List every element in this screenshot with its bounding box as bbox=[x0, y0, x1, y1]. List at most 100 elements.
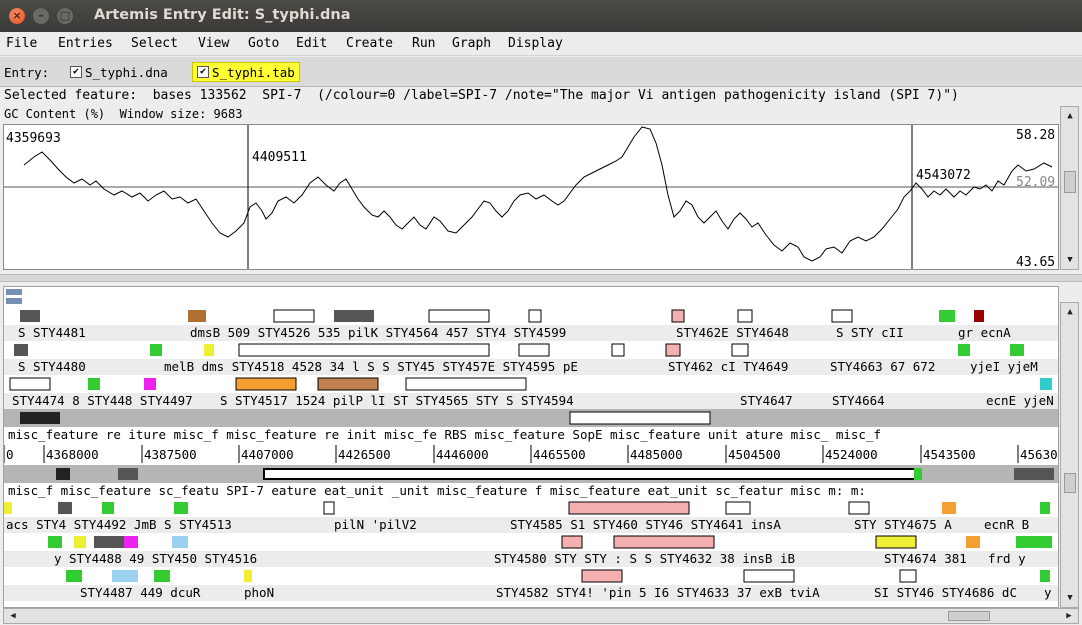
gene-label: STY STY4675 A bbox=[854, 517, 952, 532]
entry-name: S_typhi.tab bbox=[212, 64, 295, 80]
gene-label: S STY4517 1524 pilP lI ST STY4565 STY S … bbox=[220, 393, 574, 408]
gene-label: yjeI yjeM bbox=[970, 359, 1038, 374]
collapse-icon[interactable] bbox=[6, 298, 22, 304]
scroll-down-icon[interactable]: ▼ bbox=[1063, 253, 1077, 267]
menu-display[interactable]: Display bbox=[508, 36, 563, 51]
close-icon[interactable]: × bbox=[9, 8, 25, 24]
graph-min-label: 43.65 bbox=[1016, 255, 1055, 269]
scroll-left-icon[interactable]: ◀ bbox=[6, 609, 20, 623]
scroll-up-icon[interactable]: ▲ bbox=[1063, 305, 1077, 319]
gene-label: pilN 'pilV2 bbox=[334, 517, 417, 532]
scroll-up-icon[interactable]: ▲ bbox=[1063, 109, 1077, 123]
menu-bar: File Entries Select View Goto Edit Creat… bbox=[0, 32, 1082, 56]
split-pane-divider[interactable] bbox=[0, 274, 1082, 282]
gene-label: ecnE yjeN bbox=[986, 393, 1054, 408]
gene-label: gr ecnA bbox=[958, 325, 1011, 340]
graph-title: GC Content (%) Window size: 9683 bbox=[4, 107, 243, 121]
gene-label: S STY4480 bbox=[18, 359, 86, 374]
marker-label: 4409511 bbox=[252, 150, 307, 165]
scroll-thumb[interactable] bbox=[1064, 171, 1076, 193]
gc-content-graph[interactable]: 4359693 4409511 4543072 58.28 52.09 43.6… bbox=[3, 124, 1059, 270]
marker-label: 4543072 bbox=[916, 168, 971, 183]
scroll-down-icon[interactable]: ▼ bbox=[1063, 591, 1077, 605]
entry-checkbox-tab[interactable]: ✔ S_typhi.tab bbox=[192, 62, 300, 82]
gene-label: y STY4488 49 STY450 STY4516 bbox=[54, 551, 257, 566]
gene-label: STY4585 S1 STY460 STY46 STY4641 insA bbox=[510, 517, 781, 532]
gene-label: acs STY4 STY4492 JmB S STY4513 bbox=[6, 517, 232, 532]
gene-label: dmsB 509 STY4526 535 pilK STY4564 457 ST… bbox=[190, 325, 566, 340]
frame-track bbox=[4, 375, 1058, 393]
menu-run[interactable]: Run bbox=[412, 36, 435, 51]
scroll-thumb[interactable] bbox=[948, 611, 990, 621]
gene-label: y bbox=[1044, 585, 1052, 600]
maximize-icon[interactable]: □ bbox=[57, 8, 73, 24]
ruler-tick-label: 0 bbox=[6, 447, 14, 462]
gene-label: STY462E STY4648 bbox=[676, 325, 789, 340]
title-bar: × – □ Artemis Entry Edit: S_typhi.dna bbox=[0, 0, 1082, 32]
checkbox-icon[interactable]: ✔ bbox=[197, 66, 209, 78]
reverse-feature-labels: misc_f misc_feature sc_featu SPI-7 eatur… bbox=[8, 483, 866, 498]
gene-label: S STY cII bbox=[836, 325, 904, 340]
ruler-tick-label: 4407000 bbox=[241, 447, 294, 462]
ruler-tick-label: 4524000 bbox=[825, 447, 878, 462]
graph-vertical-scrollbar[interactable]: ▲ ▼ bbox=[1060, 106, 1079, 270]
gene-label: S STY4481 bbox=[18, 325, 86, 340]
minimize-icon[interactable]: – bbox=[33, 8, 49, 24]
window-title: Artemis Entry Edit: S_typhi.dna bbox=[94, 7, 351, 23]
menu-select[interactable]: Select bbox=[131, 36, 178, 51]
menu-edit[interactable]: Edit bbox=[296, 36, 327, 51]
ruler-tick-label: 4485000 bbox=[630, 447, 683, 462]
gene-label: STY462 cI TY4649 bbox=[668, 359, 788, 374]
feature-vertical-scrollbar[interactable]: ▲ ▼ bbox=[1060, 302, 1079, 608]
feature-display[interactable]: 0 4368000 4387500 4407000 4426500 4446000 4465… bbox=[3, 286, 1059, 608]
checkbox-icon[interactable]: ✔ bbox=[70, 66, 82, 78]
gene-label: STY4474 8 STY448 STY4497 bbox=[12, 393, 193, 408]
forward-strand-track bbox=[4, 409, 1058, 427]
selected-feature-text: Selected feature: bases 133562 SPI-7 (/c… bbox=[4, 88, 959, 103]
graph-avg-label: 52.09 bbox=[1016, 175, 1055, 190]
ruler-tick-label: 4446000 bbox=[436, 447, 489, 462]
ruler-tick-label: 4368000 bbox=[46, 447, 99, 462]
ruler-tick-label: 4543500 bbox=[923, 447, 976, 462]
feature-horizontal-scrollbar[interactable]: ◀ ▶ bbox=[3, 608, 1079, 624]
entry-name: S_typhi.dna bbox=[85, 64, 168, 80]
gene-label: STY4647 bbox=[740, 393, 793, 408]
gene-label: frd y bbox=[988, 551, 1026, 566]
reverse-gene-labels: acs STY4 STY4492 JmB S STY4513 pilN 'pil… bbox=[6, 517, 1052, 600]
entry-bar: Entry: ✔ S_typhi.dna ✔ S_typhi.tab bbox=[0, 57, 1082, 87]
gene-label: ecnR B bbox=[984, 517, 1029, 532]
menu-graph[interactable]: Graph bbox=[452, 36, 491, 51]
gene-label: STY4582 STY4! 'pin 5 I6 STY4633 37 exB t… bbox=[496, 585, 820, 600]
gene-label: STY4663 67 672 bbox=[830, 359, 935, 374]
ruler-tick-label: 4504500 bbox=[728, 447, 781, 462]
scroll-right-icon[interactable]: ▶ bbox=[1062, 609, 1076, 623]
menu-entries[interactable]: Entries bbox=[58, 36, 113, 51]
menu-goto[interactable]: Goto bbox=[248, 36, 279, 51]
gene-label: STY4674 381 bbox=[884, 551, 967, 566]
gc-graph-svg: 4359693 4409511 4543072 58.28 52.09 43.6… bbox=[4, 125, 1058, 270]
entry-checkbox-dna[interactable]: ✔ S_typhi.dna bbox=[66, 62, 172, 82]
ruler-tick-label: 456300 bbox=[1020, 447, 1058, 462]
gene-label: phoN bbox=[244, 585, 274, 600]
forward-feature-labels: misc_feature re iture misc_f misc_featur… bbox=[8, 427, 881, 442]
gene-label: STY4664 bbox=[832, 393, 885, 408]
gene-label: STY4487 449 dcuR bbox=[80, 585, 201, 600]
frame-track bbox=[4, 499, 1058, 517]
entry-label: Entry: bbox=[4, 65, 50, 80]
feature-svg: 0 4368000 4387500 4407000 4426500 4446000 4465… bbox=[4, 289, 1058, 601]
gene-label: melB dms STY4518 4528 34 l S S STY45 STY… bbox=[164, 359, 578, 374]
gene-label: STY4580 STY STY : S S STY4632 38 insB iB bbox=[494, 551, 795, 566]
collapse-icon[interactable] bbox=[6, 289, 22, 295]
ruler-tick-label: 4387500 bbox=[144, 447, 197, 462]
menu-create[interactable]: Create bbox=[346, 36, 393, 51]
menu-view[interactable]: View bbox=[198, 36, 229, 51]
gc-curve bbox=[23, 126, 1053, 262]
menu-file[interactable]: File bbox=[6, 36, 37, 51]
selected-feature-spi7[interactable] bbox=[263, 468, 920, 480]
marker-label: 4359693 bbox=[6, 131, 61, 146]
ruler-tick-label: 4426500 bbox=[338, 447, 391, 462]
graph-max-label: 58.28 bbox=[1016, 128, 1055, 143]
scroll-thumb[interactable] bbox=[1064, 473, 1076, 493]
gene-label: SI STY46 STY4686 dC bbox=[874, 585, 1017, 600]
ruler-tick-label: 4465500 bbox=[533, 447, 586, 462]
